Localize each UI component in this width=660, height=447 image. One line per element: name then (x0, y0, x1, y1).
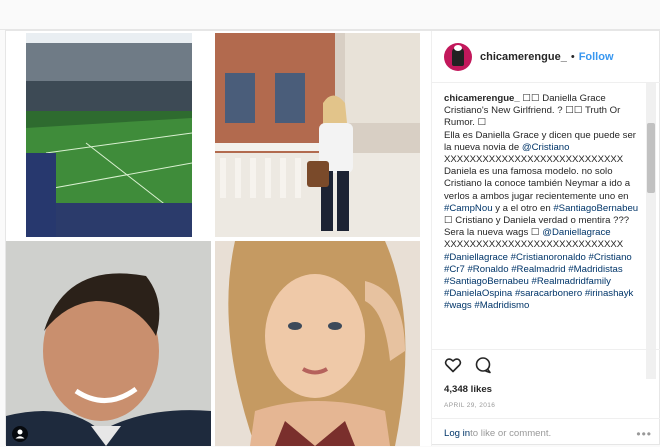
hashtag-link[interactable]: #saracarbonero (515, 288, 582, 299)
hashtag-link[interactable]: #Realmadrid (511, 264, 565, 275)
login-prompt-text: to like or comment. (470, 427, 552, 439)
woman-selfie-photo (215, 241, 420, 446)
hashtag-link[interactable]: #Realmadridfamily (532, 276, 611, 287)
post-actions: 4,348 likes APRIL 29, 2016 Log in to lik… (432, 349, 660, 446)
hashtag-link[interactable]: #irinashayk (585, 288, 634, 299)
man-portrait-photo (6, 241, 211, 446)
hashtag-link[interactable]: #Daniellagrace (444, 252, 508, 263)
caption-text: Daniela es una famosa modelo. no solo Cr… (444, 166, 631, 202)
person-icon[interactable] (12, 426, 28, 442)
mention-link[interactable]: @Daniellagrace (542, 227, 610, 238)
hashtag-link[interactable]: #SantiagoBernabeu (553, 203, 638, 214)
hashtag-link[interactable]: #DanielaOspina (444, 288, 512, 299)
username-link[interactable]: chicamerengue_ (480, 51, 567, 63)
caption-text: XXXXXXXXXXXXXXXXXXXXXXXXXXXX (444, 154, 624, 166)
stadium-photo (26, 33, 192, 237)
avatar[interactable] (444, 42, 472, 71)
hashtag-link[interactable]: #Cr7 (444, 264, 465, 275)
caption-author-link[interactable]: chicamerengue_ (444, 93, 520, 104)
post-sidebar: chicamerengue_ • Follow chicamerengue_ ☐… (431, 31, 660, 446)
hashtag-link[interactable]: #wags (444, 300, 472, 311)
like-count[interactable]: 4,348 likes (444, 384, 492, 395)
woman-balcony-photo (215, 33, 420, 237)
separator-dot: • (570, 50, 575, 63)
post-caption: chicamerengue_ ☐☐ Daniella Grace Cristia… (444, 93, 642, 347)
follow-button[interactable]: Follow (579, 51, 614, 63)
hashtag-link[interactable]: #Madridistas (568, 264, 622, 275)
post-header: chicamerengue_ • Follow (432, 31, 660, 83)
post-date[interactable]: APRIL 29, 2016 (444, 402, 495, 409)
hashtag-link[interactable]: #CampNou (444, 203, 493, 214)
caption-text: y a el otro en (492, 202, 554, 214)
hashtag-link[interactable]: #SantiagoBernabeu (444, 276, 529, 287)
login-link[interactable]: Log in (444, 428, 470, 439)
scrollbar-thumb[interactable] (647, 123, 655, 193)
instagram-post: chicamerengue_ • Follow chicamerengue_ ☐… (5, 30, 660, 446)
hashtag-link[interactable]: #Cristiano (589, 252, 632, 263)
top-bar (0, 0, 660, 30)
heart-icon[interactable] (444, 356, 462, 374)
caption-text: XXXXXXXXXXXXXXXXXXXXXXXXXXXX (444, 239, 624, 251)
post-media-collage[interactable] (6, 31, 431, 446)
mention-link[interactable]: @Cristiano (522, 142, 570, 153)
comment-login-prompt: Log in to like or comment. ••• (432, 418, 660, 447)
caption-scrollbar[interactable] (646, 83, 656, 379)
hashtag-link[interactable]: #Ronaldo (467, 264, 508, 275)
comment-icon[interactable] (474, 356, 492, 374)
hashtag-link[interactable]: #Cristianoronaldo (511, 252, 586, 263)
more-options-icon[interactable]: ••• (636, 427, 652, 441)
hashtag-link[interactable]: #Madridismo (474, 300, 529, 311)
